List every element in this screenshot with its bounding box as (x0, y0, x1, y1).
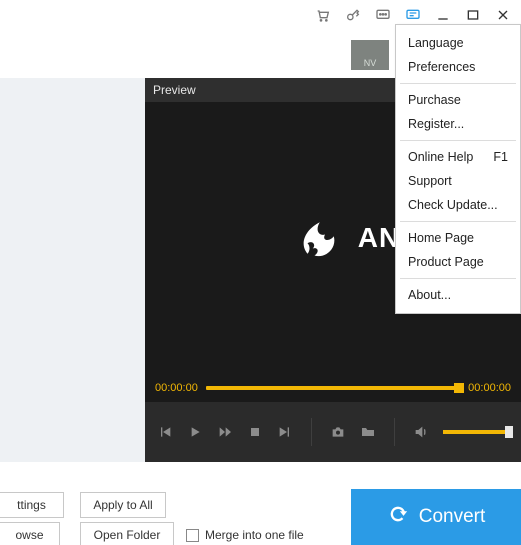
current-time: 00:00:00 (155, 382, 198, 394)
minimize-icon[interactable] (435, 7, 451, 23)
menu-separator (400, 221, 516, 222)
next-icon[interactable] (277, 423, 293, 441)
menu-item-register[interactable]: Register... (396, 112, 520, 136)
menu-item-check-update[interactable]: Check Update... (396, 193, 520, 217)
open-folder-button[interactable]: Open Folder (80, 522, 174, 545)
file-list-panel (0, 78, 145, 462)
maximize-icon[interactable] (465, 7, 481, 23)
menu-dropdown-icon[interactable] (405, 7, 421, 23)
snapshot-icon[interactable] (330, 423, 346, 441)
divider (311, 418, 312, 446)
menu-item-home-page[interactable]: Home Page (396, 226, 520, 250)
menu-separator (400, 278, 516, 279)
menu-item-online-help[interactable]: Online HelpF1 (396, 145, 520, 169)
flame-icon (290, 210, 346, 266)
divider (394, 418, 395, 446)
menu-item-preferences[interactable]: Preferences (396, 55, 520, 79)
menu-separator (400, 83, 516, 84)
menu-item-support[interactable]: Support (396, 169, 520, 193)
main-menu: Language Preferences Purchase Register..… (395, 24, 521, 314)
merge-label[interactable]: Merge into one file (205, 528, 304, 542)
apply-to-all-button[interactable]: Apply to All (80, 492, 166, 518)
prev-icon[interactable] (157, 423, 173, 441)
cart-icon[interactable] (315, 7, 331, 23)
bottom-area: ttings Apply to All owse Open Folder Mer… (0, 474, 521, 545)
volume-slider[interactable] (443, 430, 509, 434)
fast-forward-icon[interactable] (217, 423, 233, 441)
menu-item-about[interactable]: About... (396, 283, 520, 307)
menu-separator (400, 140, 516, 141)
nvidia-badge: NV (351, 40, 389, 70)
message-icon[interactable] (375, 7, 391, 23)
seek-slider[interactable] (206, 386, 460, 390)
browse-button[interactable]: owse (0, 522, 60, 545)
convert-label: Convert (419, 506, 486, 528)
time-row: 00:00:00 00:00:00 (145, 374, 521, 402)
merge-checkbox[interactable] (186, 529, 199, 542)
stop-icon[interactable] (247, 423, 263, 441)
menu-item-language[interactable]: Language (396, 31, 520, 55)
duration: 00:00:00 (468, 382, 511, 394)
close-icon[interactable] (495, 7, 511, 23)
volume-icon[interactable] (413, 423, 429, 441)
convert-icon (387, 503, 409, 531)
convert-button[interactable]: Convert (351, 489, 521, 545)
settings-button[interactable]: ttings (0, 492, 64, 518)
menu-item-product-page[interactable]: Product Page (396, 250, 520, 274)
key-icon[interactable] (345, 7, 361, 23)
folder-icon[interactable] (360, 423, 376, 441)
merge-wrap: Merge into one file (186, 522, 304, 545)
menu-item-purchase[interactable]: Purchase (396, 88, 520, 112)
control-bar (145, 402, 521, 462)
play-icon[interactable] (187, 423, 203, 441)
